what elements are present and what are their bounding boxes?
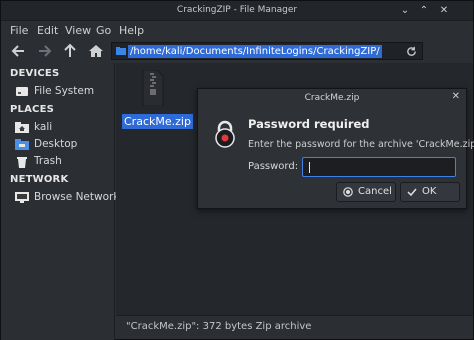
sidebar-item-browse-network[interactable]: Browse Network bbox=[15, 190, 119, 206]
toolbar: /home/kali/Documents/InfiniteLogins/Crac… bbox=[1, 39, 473, 63]
back-button[interactable] bbox=[9, 41, 29, 61]
password-dialog: CrackMe.zip ✕ Password required Enter th… bbox=[197, 88, 474, 209]
menu-bar: File Edit View Go Help bbox=[1, 21, 473, 39]
menu-help[interactable]: Help bbox=[119, 24, 144, 37]
location-path[interactable]: /home/kali/Documents/InfiniteLogins/Crac… bbox=[128, 45, 382, 58]
sidebar-item-trash[interactable]: Trash bbox=[15, 154, 105, 170]
up-arrow-icon bbox=[64, 43, 76, 57]
sidebar-item-label: Trash bbox=[34, 155, 62, 167]
zip-archive-icon bbox=[142, 70, 164, 106]
folder-icon bbox=[116, 47, 126, 55]
sidebar-item-label: kali bbox=[34, 121, 53, 133]
sidebar-item-desktop[interactable]: Desktop bbox=[15, 137, 105, 153]
sidebar-item-kali[interactable]: kali bbox=[15, 120, 105, 136]
sidebar-item-label: Desktop bbox=[34, 138, 78, 150]
status-bar: "CrackMe.zip": 372 bytes Zip archive bbox=[116, 315, 473, 339]
sidebar-item-label: Browse Network bbox=[34, 191, 120, 203]
menu-file[interactable]: File bbox=[10, 24, 28, 37]
text-caret bbox=[309, 162, 310, 173]
dialog-heading: Password required bbox=[248, 117, 370, 131]
devices-heading: DEVICES bbox=[10, 68, 60, 79]
network-icon bbox=[15, 192, 29, 203]
sidebar-item-file-system[interactable]: File System bbox=[15, 84, 105, 100]
status-text: "CrackMe.zip": 372 bytes Zip archive bbox=[126, 321, 312, 332]
home-button[interactable] bbox=[86, 41, 106, 61]
home-folder-icon bbox=[15, 122, 29, 133]
lock-icon bbox=[215, 120, 235, 148]
menu-view[interactable]: View bbox=[65, 24, 91, 37]
ok-label: OK bbox=[422, 186, 437, 197]
title-bar[interactable]: CrackingZIP - File Manager ⌄ ⌃ ✕ bbox=[1, 1, 473, 21]
checkmark-icon bbox=[407, 188, 417, 197]
menu-edit[interactable]: Edit bbox=[37, 24, 58, 37]
forward-button[interactable] bbox=[34, 41, 54, 61]
password-input[interactable] bbox=[302, 157, 456, 177]
ok-button[interactable]: OK bbox=[400, 182, 460, 202]
dialog-title: CrackMe.zip bbox=[304, 93, 360, 103]
cancel-button[interactable]: Cancel bbox=[336, 182, 396, 202]
dialog-message: Enter the password for the archive 'Crac… bbox=[248, 139, 474, 150]
close-button[interactable]: ✕ bbox=[437, 4, 451, 18]
maximize-button[interactable]: ⌃ bbox=[417, 4, 431, 18]
dialog-close-button[interactable]: ✕ bbox=[452, 91, 460, 102]
minimize-button[interactable]: ⌄ bbox=[398, 4, 412, 18]
menu-go[interactable]: Go bbox=[96, 24, 111, 37]
places-heading: PLACES bbox=[10, 104, 55, 115]
network-heading: NETWORK bbox=[10, 174, 69, 185]
up-button[interactable] bbox=[60, 41, 80, 61]
desktop-folder-icon bbox=[15, 139, 29, 150]
home-icon bbox=[89, 45, 103, 57]
cancel-icon bbox=[343, 187, 353, 197]
location-bar[interactable]: /home/kali/Documents/InfiniteLogins/Crac… bbox=[111, 42, 423, 60]
sidebar-item-label: File System bbox=[34, 85, 95, 97]
sidebar: DEVICES File System PLACES kali Desktop … bbox=[1, 63, 119, 340]
password-label: Password: bbox=[248, 161, 299, 172]
trash-icon bbox=[17, 157, 27, 168]
file-name: CrackMe.zip bbox=[122, 114, 193, 129]
drive-icon bbox=[16, 87, 28, 96]
file-item[interactable]: CrackMe.zip bbox=[122, 70, 193, 132]
forward-arrow-icon bbox=[39, 45, 52, 57]
back-arrow-icon bbox=[11, 45, 24, 57]
reload-icon[interactable] bbox=[406, 46, 417, 57]
cancel-label: Cancel bbox=[358, 186, 392, 197]
